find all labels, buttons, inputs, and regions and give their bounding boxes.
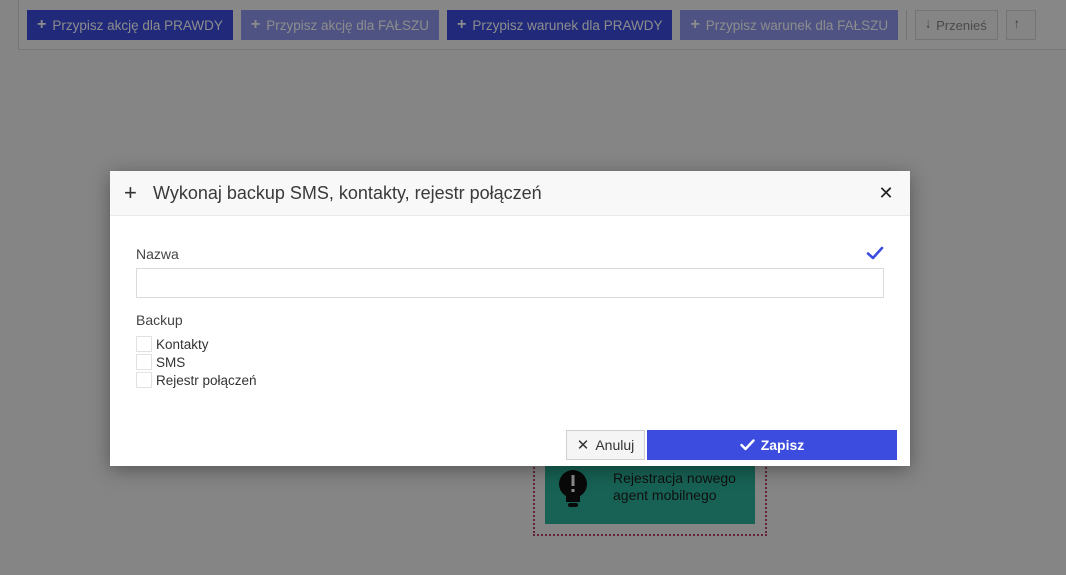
backup-options: Kontakty SMS Rejestr połączeń — [136, 335, 257, 389]
call-log-checkbox[interactable] — [136, 372, 152, 388]
option-label: Kontakty — [156, 336, 209, 352]
close-icon[interactable]: ✕ — [876, 183, 896, 204]
check-icon — [740, 439, 755, 451]
option-sms[interactable]: SMS — [136, 353, 257, 371]
dialog-footer: ✕ Anuluj Zapisz — [110, 430, 910, 460]
plus-icon: + — [124, 180, 137, 205]
backup-label: Backup — [136, 312, 183, 328]
dialog-header: + Wykonaj backup SMS, kontakty, rejestr … — [110, 171, 910, 216]
name-input[interactable] — [136, 268, 884, 298]
option-contacts[interactable]: Kontakty — [136, 335, 257, 353]
backup-dialog: + Wykonaj backup SMS, kontakty, rejestr … — [110, 171, 910, 466]
close-icon: ✕ — [576, 437, 590, 454]
name-label: Nazwa — [136, 246, 179, 262]
save-button[interactable]: Zapisz — [647, 430, 897, 460]
option-label: Rejestr połączeń — [156, 372, 257, 388]
cancel-button[interactable]: ✕ Anuluj — [566, 430, 645, 460]
contacts-checkbox[interactable] — [136, 336, 152, 352]
sms-checkbox[interactable] — [136, 354, 152, 370]
valid-check-icon — [866, 246, 884, 260]
option-label: SMS — [156, 354, 186, 370]
option-call-log[interactable]: Rejestr połączeń — [136, 371, 257, 389]
dialog-title: Wykonaj backup SMS, kontakty, rejestr po… — [153, 182, 542, 203]
